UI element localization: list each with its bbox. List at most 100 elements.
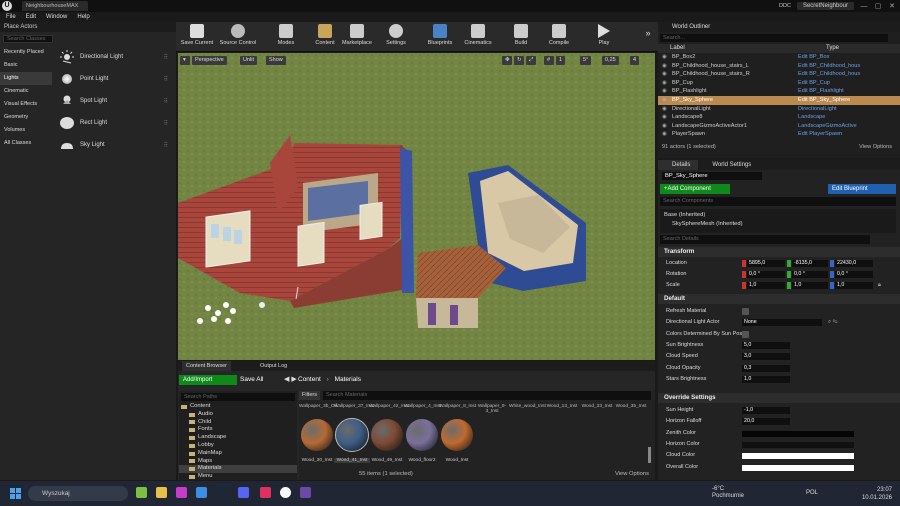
rotation-x[interactable]: 0,0 ° — [747, 271, 785, 278]
stars-brightness-value[interactable]: 1,0 — [742, 376, 790, 383]
actor-point-light[interactable]: Point Light ⠿ — [54, 68, 174, 90]
settings-button[interactable]: Settings — [382, 22, 410, 52]
visibility-eye-icon[interactable]: ◉ — [662, 130, 672, 139]
picker-icon[interactable]: ⌕ ✎ — [828, 317, 838, 328]
category-cinematic[interactable]: Cinematic — [0, 85, 52, 98]
menu-file[interactable]: File — [6, 12, 16, 22]
asset-scrollbar[interactable] — [648, 447, 651, 463]
drag-grip-icon[interactable]: ⠿ — [164, 76, 168, 83]
language-indicator[interactable]: POL — [806, 490, 818, 496]
location-y[interactable]: -8135,0 — [792, 260, 828, 267]
modes-button[interactable]: Modes — [272, 22, 300, 52]
camera-speed-value[interactable]: 4 — [630, 56, 640, 65]
breadcrumb-materials[interactable]: Materials — [335, 376, 361, 383]
menu-edit[interactable]: Edit — [26, 12, 36, 22]
asset-tile-label[interactable]: Wallpaper_9-3_Inst — [474, 404, 510, 414]
folder-content[interactable]: Content — [179, 403, 297, 411]
search-components-input[interactable]: Search Components — [660, 197, 896, 206]
maximize-icon[interactable]: ▢ — [874, 2, 882, 10]
tab-details[interactable]: Details — [658, 160, 699, 170]
add-component-button[interactable]: +Add Component — [660, 184, 730, 194]
search-classes-input[interactable]: Search Classes — [3, 35, 53, 43]
tab-output-log[interactable]: Output Log — [256, 361, 291, 371]
visibility-eye-icon[interactable]: ◉ — [662, 122, 672, 131]
outliner-row[interactable]: ◉ BP_Childhood_house_stairs_R Edit BP_Chil… — [658, 70, 900, 79]
outliner-search-input[interactable]: Search... — [660, 34, 888, 42]
location-x[interactable]: 5895,0 — [747, 260, 785, 267]
material-thumbnail[interactable] — [406, 419, 438, 451]
drag-grip-icon[interactable]: ⠿ — [164, 120, 168, 127]
xbox-app-icon[interactable] — [136, 487, 147, 498]
nav-back-icon[interactable]: ◀ ▶ — [284, 375, 297, 383]
ddc-indicator[interactable]: DDC — [779, 3, 791, 9]
outliner-row[interactable]: ◉ BP_Sky_Sphere Edit BP_Sky_Sphere — [658, 95, 900, 105]
content-button[interactable]: Content — [310, 22, 340, 52]
visibility-eye-icon[interactable]: ◉ — [662, 105, 672, 114]
horizon-color-swatch[interactable] — [742, 442, 854, 448]
marketplace-button[interactable]: Marketplace — [340, 22, 374, 52]
folder-audio[interactable]: Audio — [179, 411, 297, 419]
menu-window[interactable]: Window — [46, 12, 67, 22]
refresh-material-checkbox[interactable] — [742, 308, 749, 315]
visibility-eye-icon[interactable]: ◉ — [662, 79, 672, 88]
scale-z[interactable]: 1,0 — [835, 282, 873, 289]
play-button[interactable]: Play — [592, 22, 616, 52]
outliner-row[interactable]: ◉ PlayerSpawn Edit PlayerSpawn — [658, 130, 900, 139]
component-sky-sphere-mesh[interactable]: SkySphereMesh (Inherited) — [664, 220, 892, 229]
asset-tile-label[interactable]: Wood_33_Inst — [579, 404, 615, 409]
level-viewport[interactable]: ▾ Perspective Unlit Show ✥ ↻ ⤢ # 1 5° 0,… — [178, 53, 655, 360]
compile-button[interactable]: Compile — [546, 22, 572, 52]
scale-icon[interactable]: ⤢ — [526, 56, 536, 65]
asset-tile-label[interactable]: Wood_35_Inst — [613, 404, 649, 409]
section-transform[interactable]: Transform — [658, 247, 900, 257]
actor-type[interactable]: Edit BP_Childhood_hous — [798, 70, 860, 79]
outliner-row[interactable]: ◉ Landscape8 Landscape — [658, 113, 900, 122]
build-button[interactable]: Build — [508, 22, 534, 52]
drag-grip-icon[interactable]: ⠿ — [164, 54, 168, 61]
folder-maps[interactable]: Maps — [179, 458, 297, 466]
asset-tile-label[interactable]: Wallpaper_3b_Dif — [299, 404, 337, 409]
outliner-row[interactable]: ◉ BP_Cup Edit BP_Cup — [658, 79, 900, 88]
folder-fonts[interactable]: Fonts — [179, 426, 297, 434]
outliner-row[interactable]: ◉ LandscapeGizmoActiveActor1 LandscapeGizm… — [658, 122, 900, 131]
lock-icon[interactable]: 🔒︎ — [878, 280, 881, 291]
dir-light-actor-select[interactable]: None — [742, 319, 822, 326]
category-basic[interactable]: Basic — [0, 59, 52, 72]
visual-studio-icon[interactable] — [300, 487, 311, 498]
cloud-color-swatch[interactable] — [742, 453, 854, 459]
rotation-z[interactable]: 0,0 ° — [835, 271, 873, 278]
category-visual-effects[interactable]: Visual Effects — [0, 98, 52, 111]
actor-directional-light[interactable]: Directional Light ⠿ — [54, 46, 174, 68]
actor-type[interactable]: Edit BP_Cup — [798, 79, 830, 88]
asset-tile-label[interactable]: White_wood_Inst — [509, 404, 546, 409]
actor-type[interactable]: Edit BP_Sky_Sphere — [798, 96, 850, 105]
asset-tile-label[interactable]: Wallpaper_42_Inst — [369, 404, 409, 409]
edit-blueprint-button[interactable]: Edit Blueprint — [828, 184, 896, 194]
cinematics-button[interactable]: Cinematics — [462, 22, 494, 52]
search-paths-input[interactable]: Search Paths — [181, 393, 295, 401]
blueprints-button[interactable]: Blueprints — [424, 22, 456, 52]
steam-icon[interactable] — [216, 487, 227, 498]
asset-tile-label[interactable]: Wallpaper_37_Inst — [334, 404, 374, 409]
grid-snap-icon[interactable]: # — [544, 56, 554, 65]
viewport-menu-icon[interactable]: ▾ — [180, 56, 190, 65]
overall-color-swatch[interactable] — [742, 465, 854, 471]
save-all-button[interactable]: Save All — [240, 375, 264, 385]
asset-tile-label[interactable]: Wood_13_Inst — [544, 404, 580, 409]
outliner-row[interactable]: ◉ BP_Childhood_house_stairs_L Edit BP_Chil… — [658, 62, 900, 71]
col-type[interactable]: Type — [826, 44, 839, 53]
visibility-eye-icon[interactable]: ◉ — [662, 96, 672, 105]
category-volumes[interactable]: Volumes — [0, 124, 52, 137]
zenith-color-swatch[interactable] — [742, 431, 854, 437]
visibility-eye-icon[interactable]: ◉ — [662, 113, 672, 122]
actor-type[interactable]: Edit BP_Box — [798, 53, 829, 62]
cloud-speed-value[interactable]: 3,0 — [742, 353, 790, 360]
outliner-row[interactable]: ◉ DirectionalLight DirectionalLight — [658, 105, 900, 114]
view-mode-button[interactable]: Unlit — [240, 56, 258, 65]
actor-name-field[interactable]: BP_Sky_Sphere — [662, 172, 762, 180]
material-thumbnail[interactable] — [301, 419, 333, 451]
material-thumbnail[interactable] — [441, 419, 473, 451]
rotation-y[interactable]: 0,0 ° — [792, 271, 828, 278]
level-tab[interactable]: NeighbourhouseMAX — [22, 1, 88, 11]
location-z[interactable]: 22430,0 — [835, 260, 873, 267]
